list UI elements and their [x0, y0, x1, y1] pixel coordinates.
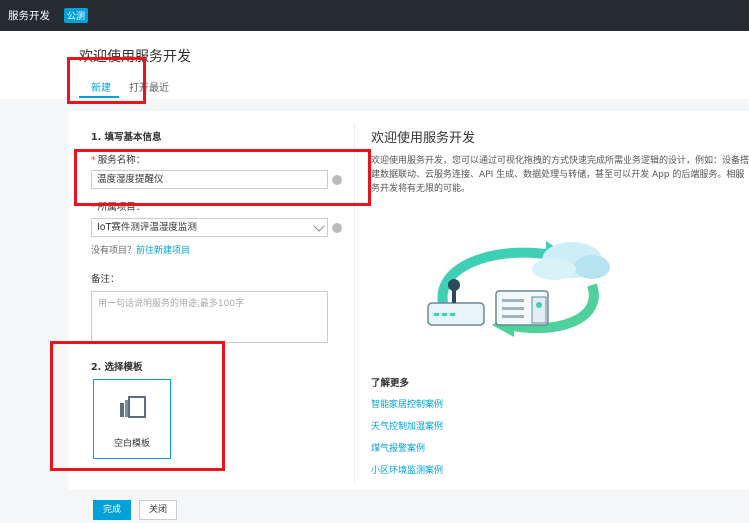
remark-label: 备注：	[91, 274, 120, 285]
welcome-title: 欢迎使用服务开发	[371, 131, 476, 146]
top-bar: 服务开发 公测	[0, 0, 749, 31]
annotation-box-new-tab	[67, 57, 146, 104]
case-link-gas-alarm[interactable]: 煤气报警案例	[371, 441, 425, 454]
project-select[interactable]: IoT赛件测评温湿度监测	[91, 218, 328, 237]
close-button[interactable]: 关闭	[139, 500, 177, 520]
no-project-text: 没有项目？	[91, 246, 137, 256]
project-select-value: IoT赛件测评温湿度监测	[97, 222, 197, 233]
case-link-community-env[interactable]: 小区环境监测案例	[371, 463, 443, 476]
welcome-description: 欢迎使用服务开发，您可以通过可视化拖拽的方式快速完成所需业务逻辑的设计，例如：设…	[371, 156, 749, 194]
done-button[interactable]: 完成	[93, 500, 131, 520]
case-link-smart-home[interactable]: 智能家居控制案例	[371, 397, 443, 410]
case-link-weather-humidify[interactable]: 天气控制加湿案例	[371, 419, 443, 432]
beta-badge: 公测	[64, 8, 89, 23]
new-project-link[interactable]: 前往新建项目	[136, 246, 190, 256]
section-basic-info-title: 1. 填写基本信息	[91, 132, 162, 143]
new-project-hint: 没有项目？前往新建项目	[91, 243, 190, 256]
app-brand[interactable]: 服务开发	[8, 8, 50, 23]
project-help-icon[interactable]	[332, 223, 342, 233]
annotation-box-template	[50, 341, 225, 471]
learn-more-title: 了解更多	[371, 378, 410, 389]
remark-textarea[interactable]: 用一句话说明服务的用途,最多100字	[91, 291, 328, 343]
service-illustration	[427, 241, 610, 337]
annotation-box-service-name	[74, 149, 371, 206]
